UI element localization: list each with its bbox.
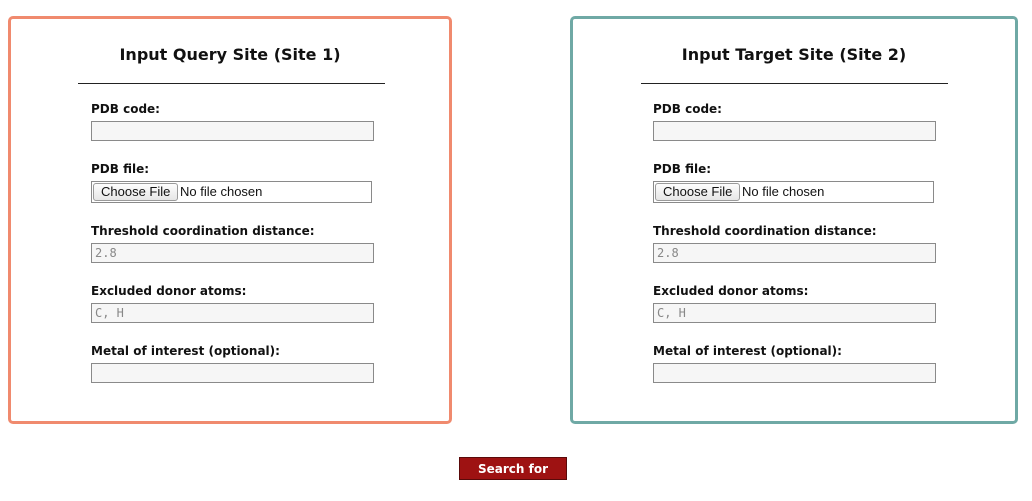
- query-file-status: No file chosen: [180, 184, 263, 199]
- target-threshold-input[interactable]: [653, 243, 936, 263]
- query-threshold-input[interactable]: [91, 243, 374, 263]
- query-pdb-file-input[interactable]: Choose File No file chosen: [91, 181, 372, 203]
- query-pdb-code-label: PDB code:: [91, 102, 160, 116]
- query-site-panel: Input Query Site (Site 1) PDB code: PDB …: [8, 16, 452, 424]
- target-title-divider: [641, 83, 948, 84]
- target-file-status: No file chosen: [742, 184, 825, 199]
- target-panel-title: Input Target Site (Site 2): [681, 45, 907, 64]
- query-title-divider: [78, 83, 385, 84]
- query-choose-file-button[interactable]: Choose File: [93, 183, 179, 201]
- query-excluded-label: Excluded donor atoms:: [91, 284, 247, 298]
- query-panel-title: Input Query Site (Site 1): [119, 45, 341, 64]
- search-for-sites-button[interactable]: Search for Sites: [459, 457, 567, 497]
- query-pdb-code-input[interactable]: [91, 121, 374, 141]
- target-site-panel: Input Target Site (Site 2) PDB code: PDB…: [570, 16, 1018, 424]
- target-threshold-label: Threshold coordination distance:: [653, 224, 877, 238]
- target-pdb-code-input[interactable]: [653, 121, 936, 141]
- target-pdb-file-label: PDB file:: [653, 162, 712, 176]
- target-metal-input[interactable]: [653, 363, 936, 383]
- target-choose-file-button[interactable]: Choose File: [655, 183, 741, 201]
- target-excluded-label: Excluded donor atoms:: [653, 284, 809, 298]
- query-pdb-file-label: PDB file:: [91, 162, 150, 176]
- query-metal-input[interactable]: [91, 363, 374, 383]
- target-excluded-input[interactable]: [653, 303, 936, 323]
- target-metal-label: Metal of interest (optional):: [653, 344, 842, 358]
- query-excluded-input[interactable]: [91, 303, 374, 323]
- query-threshold-label: Threshold coordination distance:: [91, 224, 315, 238]
- target-pdb-file-input[interactable]: Choose File No file chosen: [653, 181, 934, 203]
- target-pdb-code-label: PDB code:: [653, 102, 722, 116]
- query-metal-label: Metal of interest (optional):: [91, 344, 280, 358]
